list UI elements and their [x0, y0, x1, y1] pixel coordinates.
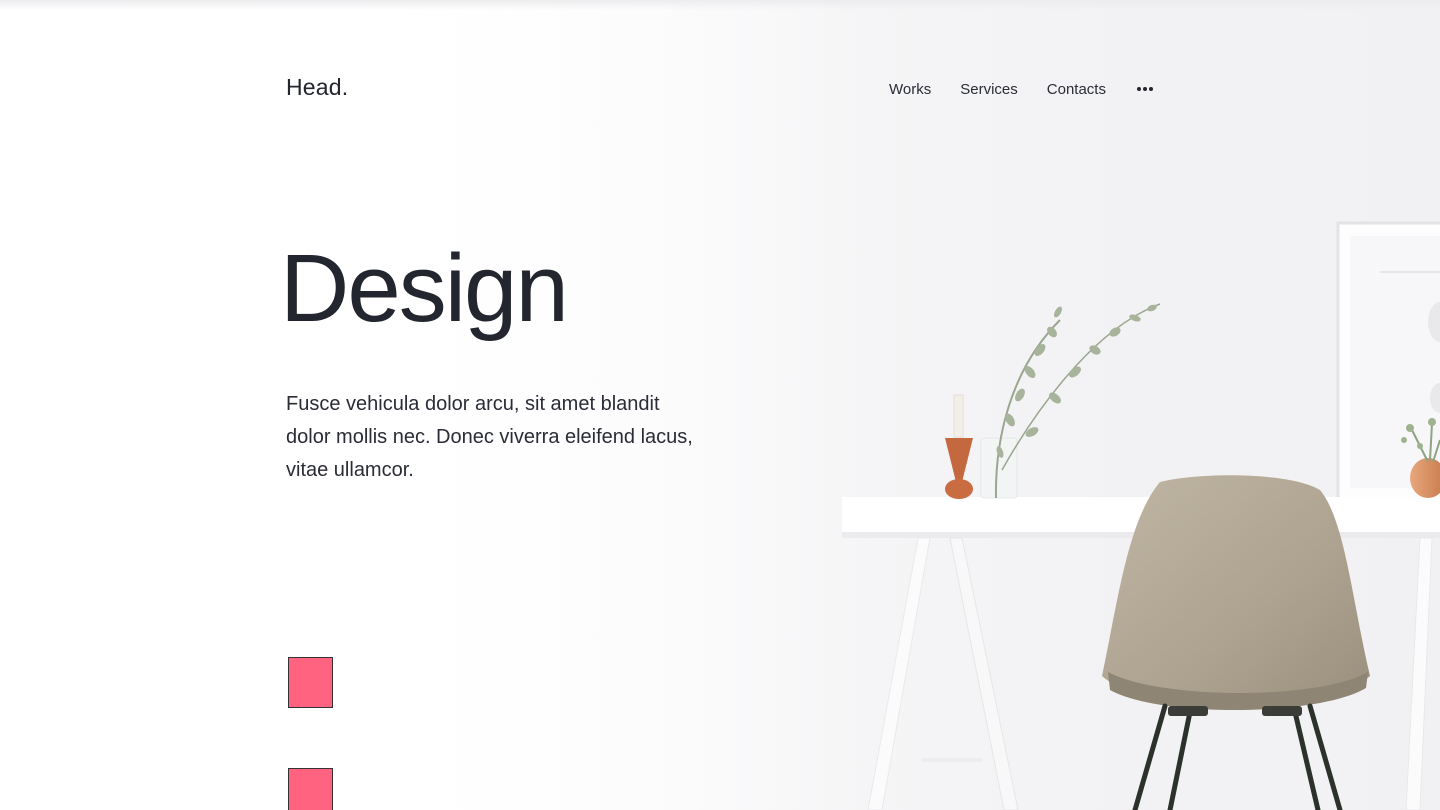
hero-description: Fusce vehicula dolor arcu, sit amet blan…: [286, 393, 693, 481]
accent-block[interactable]: [288, 657, 333, 708]
nav-item-services[interactable]: Services: [960, 81, 1018, 98]
more-horizontal-icon[interactable]: [1136, 79, 1153, 99]
hero-background-image: [0, 0, 1440, 810]
hero-title: Design: [280, 235, 569, 342]
nav-item-contacts[interactable]: Contacts: [1047, 81, 1106, 98]
logo[interactable]: Head.: [286, 74, 348, 101]
accent-block-secondary[interactable]: [288, 768, 333, 810]
top-edge-shadow: [0, 0, 1440, 10]
nav-item-works[interactable]: Works: [889, 81, 931, 98]
main-nav: Works Services Contacts: [889, 79, 1153, 99]
